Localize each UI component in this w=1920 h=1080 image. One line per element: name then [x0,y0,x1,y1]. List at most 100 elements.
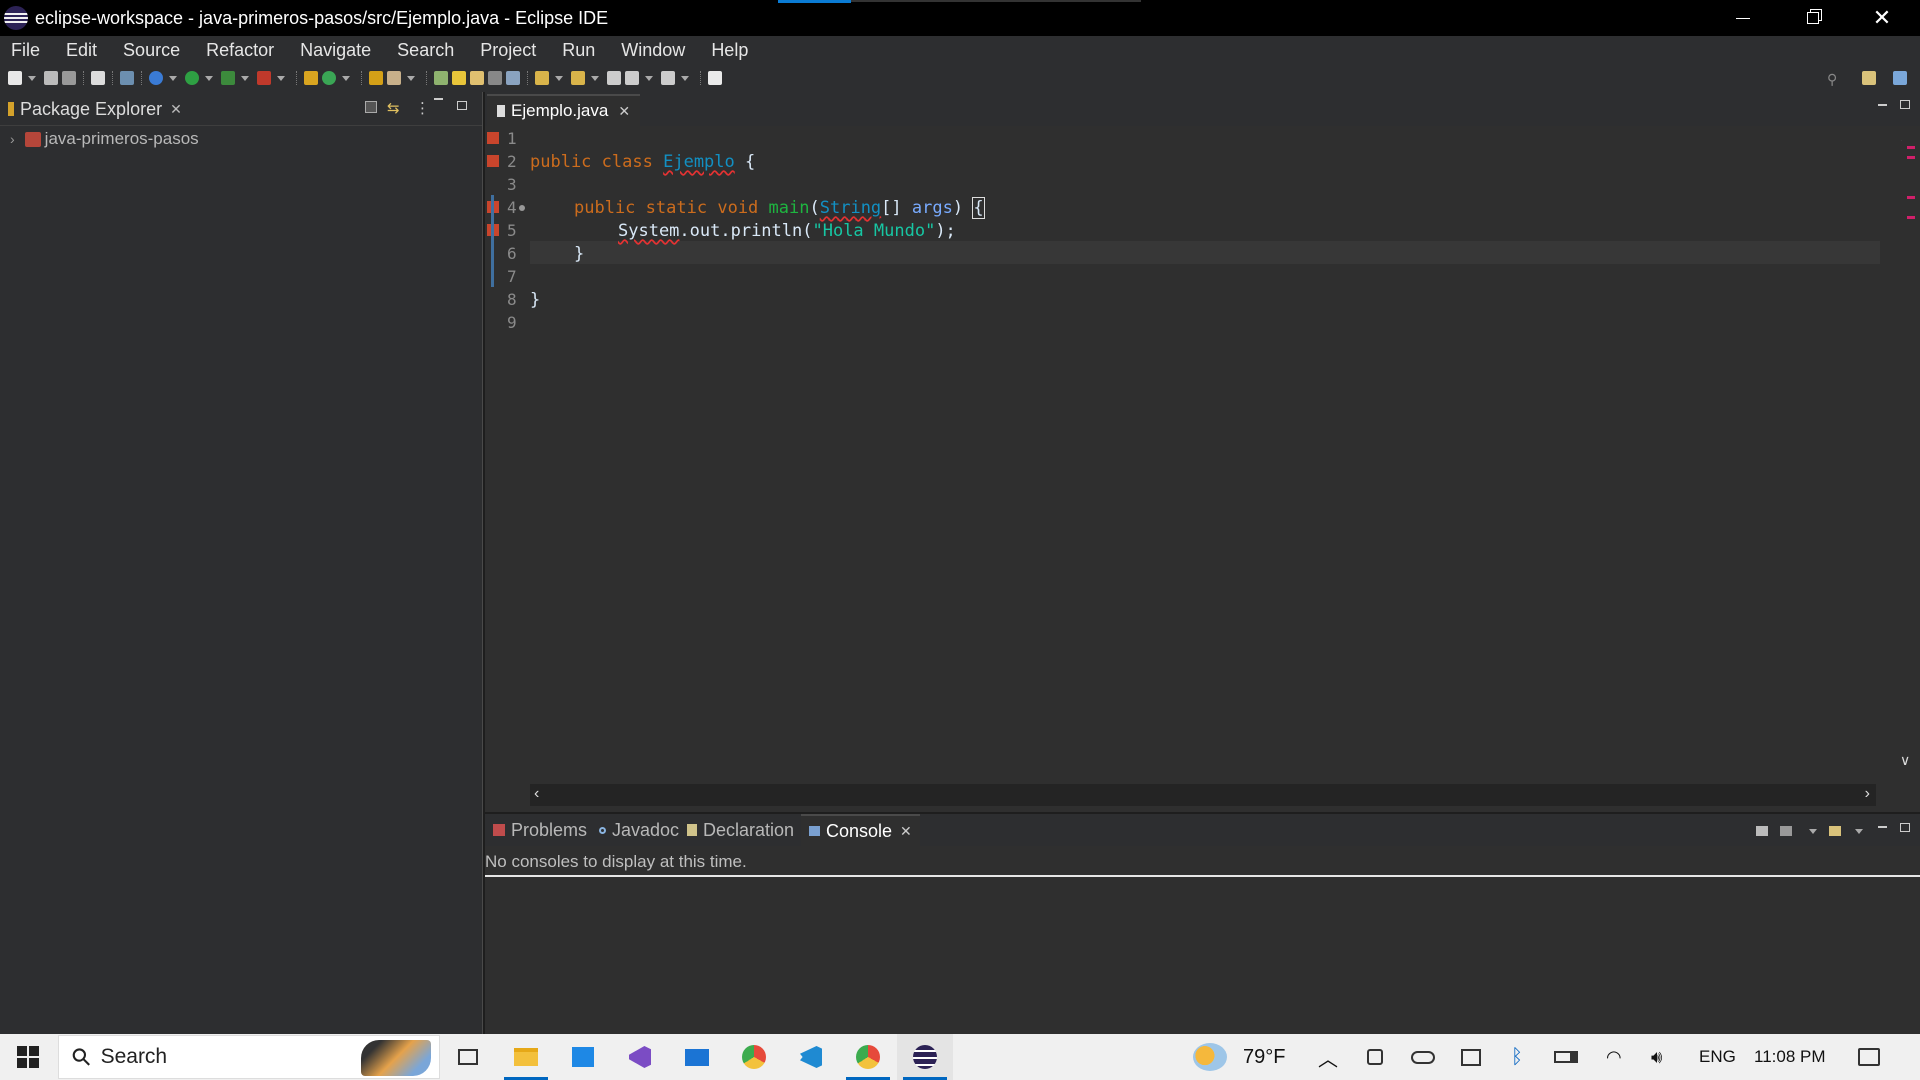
menu-run[interactable]: Run [551,40,610,61]
chevron-right-icon[interactable]: › [10,131,15,147]
new-class-dropdown-icon[interactable] [342,75,350,81]
previous-annotation-dropdown-icon[interactable] [591,75,599,81]
battery-button[interactable] [1554,1034,1578,1080]
toggle-highlight-icon[interactable] [452,71,466,85]
minimize-view-icon[interactable] [1878,826,1887,828]
tab-javadoc[interactable]: Javadoc [593,814,685,846]
search-dropdown-icon[interactable] [407,75,415,81]
save-all-icon[interactable] [62,71,76,85]
new-dropdown-icon[interactable] [28,75,36,81]
meet-now-button[interactable] [1367,1034,1383,1080]
visual-studio-button[interactable] [612,1034,668,1080]
new-icon[interactable] [8,71,22,85]
project-tree-item[interactable]: › java-primeros-pasos [10,129,199,149]
search-icon[interactable]: ⚲ [1827,71,1837,88]
notifications-button[interactable] [1858,1034,1880,1080]
menu-file[interactable]: File [0,40,55,61]
toggle-block-selection-icon[interactable] [470,71,484,85]
back-icon[interactable] [625,71,639,85]
view-menu-icon[interactable]: ⋮ [415,99,430,117]
external-tools-dropdown-icon[interactable] [277,75,285,81]
coverage-icon[interactable] [221,71,235,85]
maximize-view-icon[interactable] [457,101,467,110]
error-overview-marker[interactable] [1907,156,1915,159]
network-button[interactable]: ◠ [1606,1034,1622,1080]
show-whitespace-icon[interactable] [488,71,502,85]
coverage-dropdown-icon[interactable] [241,75,249,81]
last-edit-icon[interactable] [607,71,621,85]
store-button[interactable] [555,1034,611,1080]
collapse-all-icon[interactable] [365,101,377,113]
onedrive-button[interactable] [1411,1034,1435,1080]
task-view-button[interactable] [440,1034,496,1080]
minimize-view-icon[interactable] [1878,104,1887,106]
overview-ruler[interactable] [1902,126,1920,746]
menu-help[interactable]: Help [700,40,763,61]
chrome-window-button[interactable] [840,1034,896,1080]
error-overview-marker[interactable] [1907,146,1915,149]
console-dropdown-icon[interactable] [1809,829,1817,834]
save-icon[interactable] [44,71,58,85]
open-perspective-icon[interactable] [1862,71,1876,85]
error-overview-marker[interactable] [1907,216,1915,219]
forward-dropdown-icon[interactable] [681,75,689,81]
display-console-icon[interactable] [1756,826,1768,836]
taskbar-search-box[interactable]: ⚲ Search [58,1035,440,1079]
back-dropdown-icon[interactable] [645,75,653,81]
horizontal-scrollbar[interactable]: ‹ › [530,784,1876,806]
tab-problems[interactable]: Problems [487,814,593,846]
close-tab-icon[interactable]: ✕ [170,101,182,118]
minimize-view-icon[interactable] [434,98,443,100]
tab-console[interactable]: Console ✕ [801,814,920,846]
open-console-icon[interactable] [1829,826,1841,836]
chevron-down-icon[interactable]: ∨ [1900,752,1910,769]
skip-breakpoints-icon[interactable] [120,71,134,85]
error-marker-icon[interactable] [487,132,499,144]
new-java-class-icon[interactable] [322,71,336,85]
menu-project[interactable]: Project [469,40,551,61]
input-language-button[interactable]: ENG [1699,1034,1736,1080]
pin-console-icon[interactable] [1780,826,1792,836]
new-java-package-icon[interactable] [304,71,318,85]
menu-edit[interactable]: Edit [55,40,112,61]
link-with-editor-icon[interactable]: ⇆ [387,99,400,117]
error-overview-marker[interactable] [1907,196,1915,199]
menu-source[interactable]: Source [112,40,195,61]
menu-search[interactable]: Search [386,40,469,61]
code-editor[interactable]: 1 2 3 4 5 6 7 8 9 public class Ejemplo {… [485,126,1880,746]
menu-window[interactable]: Window [610,40,700,61]
eclipse-button[interactable] [897,1034,953,1080]
run-icon[interactable] [185,71,199,85]
menu-refactor[interactable]: Refactor [195,40,289,61]
close-tab-icon[interactable]: ✕ [900,823,912,840]
restore-button[interactable] [1785,0,1841,36]
forward-icon[interactable] [661,71,675,85]
chevron-left-icon[interactable]: ‹ [534,785,539,803]
chevron-right-icon[interactable]: › [1865,785,1870,803]
start-button[interactable] [0,1034,56,1080]
show-hidden-icons-button[interactable]: ︿ [1318,1034,1338,1080]
remote-desktop-button[interactable] [1461,1034,1481,1080]
bluetooth-button[interactable]: ᛒ [1511,1034,1523,1080]
vscode-button[interactable] [783,1034,839,1080]
pin-editor-icon[interactable] [708,71,722,85]
next-annotation-icon[interactable] [535,71,549,85]
search-tool-icon[interactable] [387,71,401,85]
error-marker-icon[interactable] [487,155,499,167]
maximize-view-icon[interactable] [1900,100,1910,109]
debug-dropdown-icon[interactable] [169,75,177,81]
paragraph-icon[interactable] [506,71,520,85]
package-explorer-tab[interactable]: Package Explorer ✕ [8,94,182,124]
close-tab-icon[interactable]: ✕ [618,103,630,120]
weather-widget[interactable]: 79°F [1193,1034,1285,1080]
external-tools-icon[interactable] [257,71,271,85]
menu-navigate[interactable]: Navigate [289,40,386,61]
mail-button[interactable] [669,1034,725,1080]
editor-tab-ejemplo[interactable]: Ejemplo.java ✕ [487,94,641,126]
file-explorer-button[interactable] [498,1034,554,1080]
previous-annotation-icon[interactable] [571,71,585,85]
next-annotation-dropdown-icon[interactable] [555,75,563,81]
tab-declaration[interactable]: Declaration [681,814,800,846]
volume-button[interactable]: 🔊︎ [1651,1034,1662,1080]
clock-button[interactable]: 11:08 PM [1754,1034,1826,1080]
